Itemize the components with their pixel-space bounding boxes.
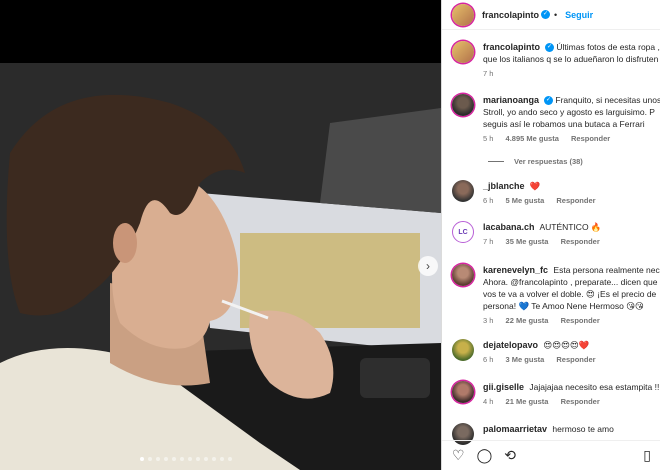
comment-username[interactable]: dejatelopavo	[483, 340, 538, 350]
divider-line	[488, 161, 504, 162]
comment-line: vos te va a volver el doble. 😍 ¡Es el pr…	[483, 289, 657, 299]
comment-item: gii.giselle Jajajajaa necesito esa estam…	[452, 381, 660, 406]
comment-item: dejatelopavo 😍😍😍😍❤️ 6 h 3 Me gusta Respo…	[452, 339, 660, 364]
comment-username[interactable]: palomaarrietav	[483, 424, 547, 434]
comment-time: 4 h	[483, 397, 494, 406]
share-icon[interactable]: ⟲	[504, 447, 516, 464]
commenter-avatar[interactable]	[452, 381, 474, 403]
comment-item: karenevelyn_fc Esta persona realmente ne…	[452, 264, 660, 325]
comment-text: lacabana.ch AUTÉNTICO 🔥	[483, 221, 660, 233]
verified-badge-icon: ✓	[545, 43, 555, 53]
commenter-avatar[interactable]	[452, 94, 474, 116]
follow-button[interactable]: Seguir	[565, 10, 593, 20]
comment-item: _jblanche ❤️ 6 h 5 Me gusta Responder	[452, 180, 660, 205]
comment-username[interactable]: _jblanche	[483, 181, 525, 191]
author-avatar[interactable]	[452, 41, 474, 63]
comment-likes[interactable]: 35 Me gusta	[506, 237, 549, 246]
caption-username[interactable]: francolapinto	[483, 42, 540, 52]
comment-text: palomaarrietav hermoso te amo	[483, 423, 660, 435]
comment-time: 6 h	[483, 196, 494, 205]
comment-line: AUTÉNTICO 🔥	[539, 222, 602, 232]
comment-item: marianoanga ✓ Franquito, si necesitas uno…	[452, 94, 660, 143]
post-header: francolapinto ✓ • Seguir	[442, 0, 660, 30]
comment-username[interactable]: karenevelyn_fc	[483, 265, 548, 275]
comment-icon[interactable]: ◯	[477, 447, 493, 464]
comment-likes[interactable]: 21 Me gusta	[506, 397, 549, 406]
comment-text: dejatelopavo 😍😍😍😍❤️	[483, 339, 660, 351]
view-replies-button[interactable]: Ver respuestas (38)	[488, 157, 583, 166]
reply-button[interactable]: Responder	[571, 134, 610, 143]
carousel-indicator	[140, 457, 232, 461]
caption-line-1: Últimas fotos de esta ropa ,	[556, 42, 660, 52]
commenter-avatar[interactable]: LC	[452, 221, 474, 243]
reply-button[interactable]: Responder	[561, 397, 600, 406]
photo-illustration	[0, 63, 441, 470]
comment-line: hermoso te amo	[552, 424, 614, 434]
post-caption: francolapinto ✓ Últimas fotos de esta rop…	[452, 41, 660, 78]
comment-username[interactable]: gii.giselle	[483, 382, 524, 392]
comment-line: Esta persona realmente neces	[553, 265, 660, 275]
commenter-avatar[interactable]	[452, 264, 474, 286]
comment-likes[interactable]: 5 Me gusta	[506, 196, 545, 205]
caption-line-2: que los italianos q se lo adueñaron lo d…	[483, 54, 659, 64]
comment-username[interactable]: marianoanga	[483, 95, 539, 105]
comment-text: _jblanche ❤️	[483, 180, 660, 192]
comment-line: 😍😍😍😍❤️	[543, 340, 590, 350]
verified-badge-icon: ✓	[541, 10, 551, 19]
author-username[interactable]: francolapinto	[482, 10, 539, 20]
commenter-avatar[interactable]	[452, 339, 474, 361]
verified-badge-icon: ✓	[544, 96, 554, 106]
reply-button[interactable]: Responder	[556, 355, 595, 364]
comments-panel: francolapinto ✓ • Seguir francolapinto ✓ …	[441, 0, 660, 470]
comment-likes[interactable]: 3 Me gusta	[506, 355, 545, 364]
reply-button[interactable]: Responder	[561, 237, 600, 246]
reply-button[interactable]: Responder	[556, 196, 595, 205]
post-media: ›	[0, 0, 441, 470]
separator-dot: •	[554, 9, 558, 20]
comment-time: 6 h	[483, 355, 494, 364]
comment-line: seguis así le robamos una butaca a Ferra…	[483, 119, 645, 129]
comment-likes[interactable]: 22 Me gusta	[506, 316, 549, 325]
post-photo[interactable]	[0, 63, 441, 470]
comment-line: Stroll, yo ando seco y agosto es larguis…	[483, 107, 655, 117]
comment-line: Franquito, si necesitas unos	[555, 95, 660, 105]
comment-text: karenevelyn_fc Esta persona realmente ne…	[483, 264, 660, 312]
comment-line: ❤️	[529, 181, 541, 191]
heart-icon[interactable]: ♡	[452, 447, 465, 464]
comment-text: marianoanga ✓ Franquito, si necesitas uno…	[483, 94, 660, 130]
author-avatar[interactable]	[452, 3, 474, 26]
post-actions-bar: ♡ ◯ ⟲ ▯	[442, 440, 660, 470]
comment-time: 5 h	[483, 134, 494, 143]
comment-line: Ahora. @francolapinto , preparate... dic…	[483, 277, 658, 287]
bookmark-icon[interactable]: ▯	[643, 447, 651, 464]
caption-time: 7 h	[483, 69, 494, 78]
comment-item: LC lacabana.ch AUTÉNTICO 🔥 7 h 35 Me gus…	[452, 221, 660, 246]
reply-button[interactable]: Responder	[561, 316, 600, 325]
comment-likes[interactable]: 4.895 Me gusta	[506, 134, 559, 143]
comment-text: gii.giselle Jajajajaa necesito esa estam…	[483, 381, 660, 393]
comment-line: Jajajajaa necesito esa estampita !!!!	[529, 382, 660, 392]
comment-line: persona! 💙 Te Amoo Nene Hermoso 😘😘	[483, 301, 644, 311]
commenter-avatar[interactable]	[452, 180, 474, 202]
comment-time: 3 h	[483, 316, 494, 325]
comment-username[interactable]: lacabana.ch	[483, 222, 535, 232]
caption-text: francolapinto ✓ Últimas fotos de esta rop…	[483, 41, 660, 65]
view-replies-label: Ver respuestas (38)	[514, 157, 583, 166]
chevron-right-icon[interactable]: ›	[418, 256, 438, 276]
comment-time: 7 h	[483, 237, 494, 246]
